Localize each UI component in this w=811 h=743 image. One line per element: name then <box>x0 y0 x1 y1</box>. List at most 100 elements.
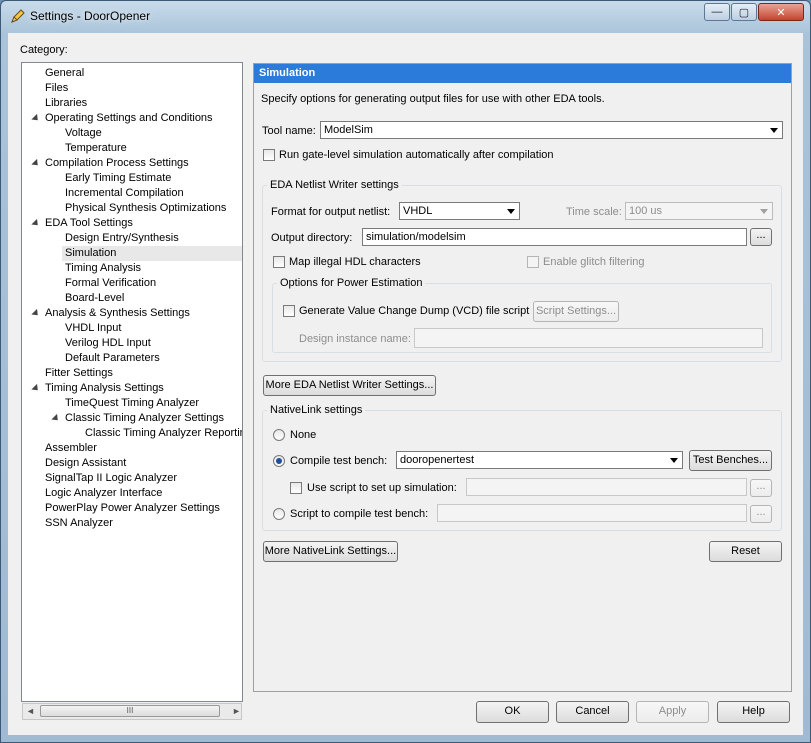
maximize-icon: ▢ <box>738 6 750 19</box>
maximize-button[interactable]: ▢ <box>731 3 757 21</box>
run-gate-level-label: Run gate-level simulation automatically … <box>279 149 554 161</box>
tree-item[interactable]: Design Assistant <box>45 456 126 471</box>
tree-item[interactable]: TimeQuest Timing Analyzer <box>65 396 199 411</box>
chevron-down-icon <box>770 128 778 133</box>
design-instance-input[interactable] <box>414 328 763 348</box>
tree-item[interactable]: Logic Analyzer Interface <box>45 486 162 501</box>
tree-item[interactable]: Fitter Settings <box>45 366 113 381</box>
power-estimation-group-title: Options for Power Estimation <box>277 277 426 289</box>
tree-expand-arrow-icon[interactable] <box>31 383 41 394</box>
use-script-browse-button[interactable]: ... <box>750 479 772 497</box>
tree-item[interactable]: Voltage <box>65 126 102 141</box>
tree-item[interactable]: Temperature <box>65 141 127 156</box>
chevron-down-icon <box>507 209 515 214</box>
chevron-down-icon <box>760 209 768 214</box>
apply-button[interactable]: Apply <box>636 701 709 723</box>
scroll-right-icon[interactable]: ► <box>232 706 241 716</box>
run-gate-level-checkbox[interactable] <box>263 149 275 161</box>
test-benches-button[interactable]: Test Benches... <box>689 450 772 471</box>
tree-item[interactable]: Simulation <box>62 246 242 261</box>
ok-button[interactable]: OK <box>476 701 549 723</box>
minimize-icon: — <box>711 6 723 18</box>
minimize-button[interactable]: — <box>704 3 730 21</box>
output-directory-label: Output directory: <box>271 232 353 244</box>
tree-item[interactable]: Timing Analysis Settings <box>45 381 164 396</box>
scrollbar-thumb[interactable]: III <box>40 705 220 717</box>
format-label: Format for output netlist: <box>271 206 391 218</box>
tree-item[interactable]: PowerPlay Power Analyzer Settings <box>45 501 220 516</box>
tree-item[interactable]: Default Parameters <box>65 351 160 366</box>
tree-expand-arrow-icon[interactable] <box>31 113 41 124</box>
tree-item[interactable]: Timing Analysis <box>65 261 141 276</box>
enable-glitch-label: Enable glitch filtering <box>543 256 645 268</box>
time-scale-dropdown[interactable]: 100 us <box>625 202 773 220</box>
compile-test-bench-dropdown[interactable]: dooropenertest <box>396 451 683 469</box>
tree-item[interactable]: Formal Verification <box>65 276 156 291</box>
enable-glitch-checkbox[interactable] <box>527 256 539 268</box>
tree-item[interactable]: EDA Tool Settings <box>45 216 133 231</box>
tree-item[interactable]: Design Entry/Synthesis <box>65 231 179 246</box>
format-value: VHDL <box>403 205 433 217</box>
help-button[interactable]: Help <box>717 701 790 723</box>
tree-item[interactable]: Physical Synthesis Optimizations <box>65 201 226 216</box>
scroll-left-icon[interactable]: ◄ <box>26 706 35 716</box>
tree-item[interactable]: Early Timing Estimate <box>65 171 171 186</box>
script-settings-button[interactable]: Script Settings... <box>533 301 619 322</box>
output-directory-browse-button[interactable]: ... <box>750 228 772 246</box>
title-bar[interactable]: Settings - DoorOpener — ▢ ✕ <box>0 0 811 32</box>
tree-item[interactable]: SignalTap II Logic Analyzer <box>45 471 177 486</box>
vcd-label: Generate Value Change Dump (VCD) file sc… <box>299 305 530 317</box>
compile-test-bench-radio[interactable] <box>273 455 285 467</box>
format-dropdown[interactable]: VHDL <box>399 202 520 220</box>
map-illegal-label: Map illegal HDL characters <box>289 256 421 268</box>
window-title: Settings - DoorOpener <box>30 9 151 23</box>
tool-name-value: ModelSim <box>324 124 373 136</box>
reset-button[interactable]: Reset <box>709 541 782 562</box>
pencil-app-icon <box>10 8 26 24</box>
tree-item[interactable]: Verilog HDL Input <box>65 336 151 351</box>
nativelink-none-label: None <box>290 429 317 441</box>
time-scale-label: Time scale: <box>566 206 622 218</box>
use-script-checkbox[interactable] <box>290 482 302 494</box>
tool-name-dropdown[interactable]: ModelSim <box>320 121 783 139</box>
chevron-down-icon <box>670 458 678 463</box>
compile-test-bench-value: dooropenertest <box>400 454 474 466</box>
tree-item[interactable]: VHDL Input <box>65 321 121 336</box>
tree-expand-arrow-icon[interactable] <box>51 413 61 424</box>
script-compile-label: Script to compile test bench: <box>290 508 429 520</box>
tree-item[interactable]: Files <box>45 81 68 96</box>
category-tree[interactable]: General Files Libraries Operating Settings … <box>21 62 243 702</box>
tree-item[interactable]: Incremental Compilation <box>65 186 184 201</box>
tree-item[interactable]: General <box>45 66 84 81</box>
tree-expand-arrow-icon[interactable] <box>31 308 41 319</box>
output-directory-input[interactable]: simulation/modelsim <box>362 228 747 246</box>
more-eda-netlist-settings-button[interactable]: More EDA Netlist Writer Settings... <box>263 375 436 396</box>
category-label: Category: <box>20 44 68 56</box>
script-compile-input[interactable] <box>437 504 747 522</box>
vcd-checkbox[interactable] <box>283 305 295 317</box>
tree-expand-arrow-icon[interactable] <box>31 218 41 229</box>
tree-expand-arrow-icon[interactable] <box>31 158 41 169</box>
more-nativelink-settings-button[interactable]: More NativeLink Settings... <box>263 541 398 562</box>
panel-description: Specify options for generating output fi… <box>261 93 605 105</box>
tree-item[interactable]: Operating Settings and Conditions <box>45 111 213 126</box>
time-scale-value: 100 us <box>629 205 663 217</box>
tree-item[interactable]: Compilation Process Settings <box>45 156 189 171</box>
script-compile-radio[interactable] <box>273 508 285 520</box>
nativelink-none-radio[interactable] <box>273 429 285 441</box>
tree-item[interactable]: Classic Timing Analyzer Reporting <box>85 426 242 441</box>
compile-test-bench-label: Compile test bench: <box>290 455 388 467</box>
cancel-button[interactable]: Cancel <box>556 701 629 723</box>
use-script-input[interactable] <box>466 478 747 496</box>
tree-item[interactable]: Assembler <box>45 441 97 456</box>
eda-netlist-group-title: EDA Netlist Writer settings <box>267 179 402 191</box>
tree-item[interactable]: Libraries <box>45 96 87 111</box>
tree-item[interactable]: Analysis & Synthesis Settings <box>45 306 190 321</box>
map-illegal-checkbox[interactable] <box>273 256 285 268</box>
close-button[interactable]: ✕ <box>758 3 804 21</box>
tree-item[interactable]: Classic Timing Analyzer Settings <box>65 411 224 426</box>
script-compile-browse-button[interactable]: ... <box>750 505 772 523</box>
tree-item[interactable]: SSN Analyzer <box>45 516 113 531</box>
tree-item[interactable]: Board-Level <box>65 291 124 306</box>
nativelink-group-title: NativeLink settings <box>267 404 366 416</box>
